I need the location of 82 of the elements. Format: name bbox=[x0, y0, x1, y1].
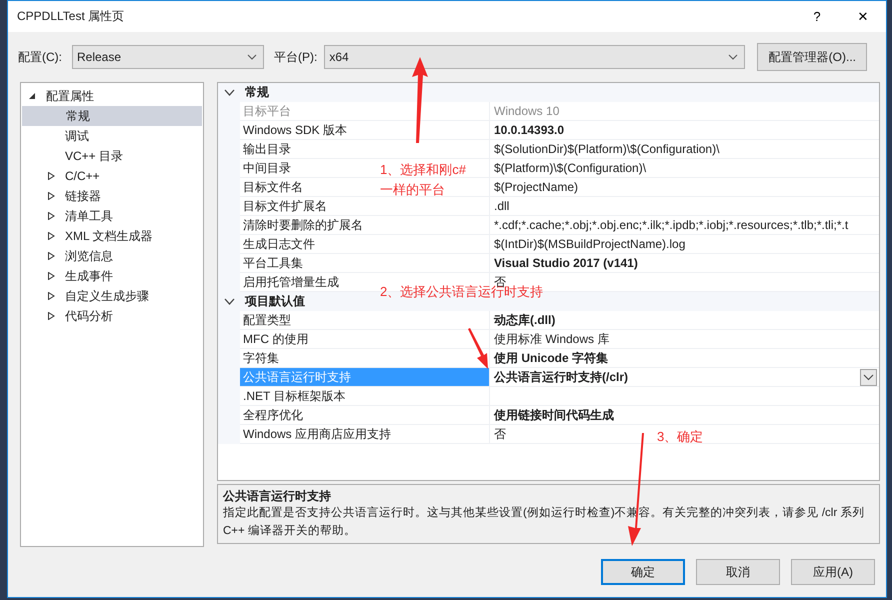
tree-label: 代码分析 bbox=[65, 308, 113, 325]
tree-label: 自定义生成步骤 bbox=[65, 288, 149, 305]
property-name[interactable]: 字符集 bbox=[243, 351, 279, 365]
tree-label: 配置属性 bbox=[46, 88, 94, 105]
tree-item[interactable]: C/C++ bbox=[21, 166, 203, 186]
tree-label: VC++ 目录 bbox=[65, 148, 124, 165]
config-manager-button[interactable]: 配置管理器(O)... bbox=[757, 43, 868, 71]
property-value[interactable]: $(Platform)\$(Configuration)\ bbox=[490, 159, 879, 178]
window-title: CPPDLLTest 属性页 bbox=[17, 8, 126, 25]
dropdown-button-icon[interactable] bbox=[860, 369, 877, 386]
collapse-chevron-icon[interactable] bbox=[224, 298, 235, 305]
dialog-button[interactable]: 取消 bbox=[696, 559, 780, 585]
tree-item[interactable]: 生成事件 bbox=[21, 266, 203, 286]
config-dropdown[interactable]: Release bbox=[72, 45, 264, 69]
dialog-button[interactable]: 应用(A) bbox=[791, 559, 875, 585]
chevron-down-icon bbox=[728, 54, 738, 60]
dialog-button[interactable]: 确定 bbox=[601, 559, 685, 585]
property-value[interactable]: 使用链接时间代码生成 bbox=[490, 406, 879, 425]
property-value[interactable]: 动态库(.dll) bbox=[490, 311, 879, 330]
collapsed-triangle-icon[interactable] bbox=[48, 312, 55, 320]
collapsed-triangle-icon[interactable] bbox=[48, 272, 55, 280]
tree-item[interactable]: VC++ 目录 bbox=[21, 146, 203, 166]
group-header: 项目默认值 bbox=[245, 293, 305, 310]
description-title: 公共语言运行时支持 bbox=[223, 488, 332, 504]
property-name[interactable]: 目标文件扩展名 bbox=[243, 199, 327, 213]
property-name[interactable]: 中间目录 bbox=[243, 161, 291, 175]
config-label: 配置(C): bbox=[18, 48, 62, 66]
annotation-text: 1、选择和刚c# 一样的平台 bbox=[380, 161, 466, 199]
property-value[interactable]: 使用标准 Windows 库 bbox=[490, 330, 879, 349]
property-value[interactable]: 使用 Unicode 字符集 bbox=[490, 349, 879, 368]
tree-item[interactable]: 常规 bbox=[22, 106, 202, 126]
tree-item[interactable]: 配置属性 bbox=[21, 86, 203, 106]
close-button[interactable]: ✕ bbox=[840, 1, 886, 32]
property-value[interactable]: $(IntDir)$(MSBuildProjectName).log bbox=[490, 235, 879, 254]
property-name[interactable]: 全程序优化 bbox=[243, 408, 303, 422]
platform-label: 平台(P): bbox=[274, 48, 318, 66]
property-name[interactable]: 输出目录 bbox=[243, 142, 291, 156]
property-value[interactable]: Visual Studio 2017 (v141) bbox=[490, 254, 879, 273]
tree-item[interactable]: 代码分析 bbox=[21, 306, 203, 326]
collapsed-triangle-icon[interactable] bbox=[48, 292, 55, 300]
collapsed-triangle-icon[interactable] bbox=[48, 252, 55, 260]
collapsed-triangle-icon[interactable] bbox=[48, 212, 55, 220]
property-name[interactable]: Windows SDK 版本 bbox=[243, 123, 348, 137]
property-name[interactable]: 启用托管增量生成 bbox=[243, 275, 339, 289]
help-button[interactable]: ? bbox=[794, 1, 840, 32]
platform-dropdown[interactable]: x64 bbox=[324, 45, 746, 69]
expanded-triangle-icon[interactable] bbox=[29, 92, 36, 100]
property-name[interactable]: Windows 应用商店应用支持 bbox=[243, 427, 392, 441]
tree-item[interactable]: 浏览信息 bbox=[21, 246, 203, 266]
tree-item[interactable]: 链接器 bbox=[21, 186, 203, 206]
tree-label: 常规 bbox=[66, 108, 90, 125]
tree-label: 调试 bbox=[65, 128, 89, 145]
property-value[interactable]: .dll bbox=[490, 197, 879, 216]
property-value[interactable]: 10.0.14393.0 bbox=[490, 121, 879, 140]
annotation-arrow bbox=[466, 328, 490, 370]
chevron-down-icon bbox=[247, 54, 257, 60]
property-name[interactable]: 生成日志文件 bbox=[243, 237, 315, 251]
property-name[interactable]: MFC 的使用 bbox=[243, 332, 308, 346]
collapsed-triangle-icon[interactable] bbox=[48, 192, 55, 200]
tree-item[interactable]: 清单工具 bbox=[21, 206, 203, 226]
property-name[interactable]: 清除时要删除的扩展名 bbox=[243, 218, 363, 232]
tree-item[interactable]: XML 文档生成器 bbox=[21, 226, 203, 246]
annotation-text: 3、确定 bbox=[657, 428, 704, 446]
collapsed-triangle-icon[interactable] bbox=[48, 232, 55, 240]
property-value[interactable]: $(SolutionDir)$(Platform)\$(Configuration)\ bbox=[490, 140, 879, 159]
property-value[interactable]: *.cdf;*.cache;*.obj;*.obj.enc;*.ilk;*.ipdb;*.iobj;*.resources;*.tlb;*.tli;*.t bbox=[490, 216, 879, 235]
property-value[interactable]: $(ProjectName) bbox=[490, 178, 879, 197]
group-header: 常规 bbox=[245, 84, 269, 101]
property-name[interactable]: 配置类型 bbox=[243, 313, 291, 327]
tree-label: 浏览信息 bbox=[65, 248, 113, 265]
property-name[interactable]: 目标文件名 bbox=[243, 180, 303, 194]
tree-label: 清单工具 bbox=[65, 208, 113, 225]
tree-label: C/C++ bbox=[65, 168, 100, 185]
collapse-chevron-icon[interactable] bbox=[224, 89, 235, 96]
property-name[interactable]: 平台工具集 bbox=[243, 256, 303, 270]
tree-label: XML 文档生成器 bbox=[65, 228, 153, 245]
tree-item[interactable]: 自定义生成步骤 bbox=[21, 286, 203, 306]
tree-label: 链接器 bbox=[65, 188, 101, 205]
tree-label: 生成事件 bbox=[65, 268, 113, 285]
collapsed-triangle-icon[interactable] bbox=[48, 172, 55, 180]
property-name[interactable]: .NET 目标框架版本 bbox=[243, 389, 346, 403]
tree-item[interactable]: 调试 bbox=[21, 126, 203, 146]
